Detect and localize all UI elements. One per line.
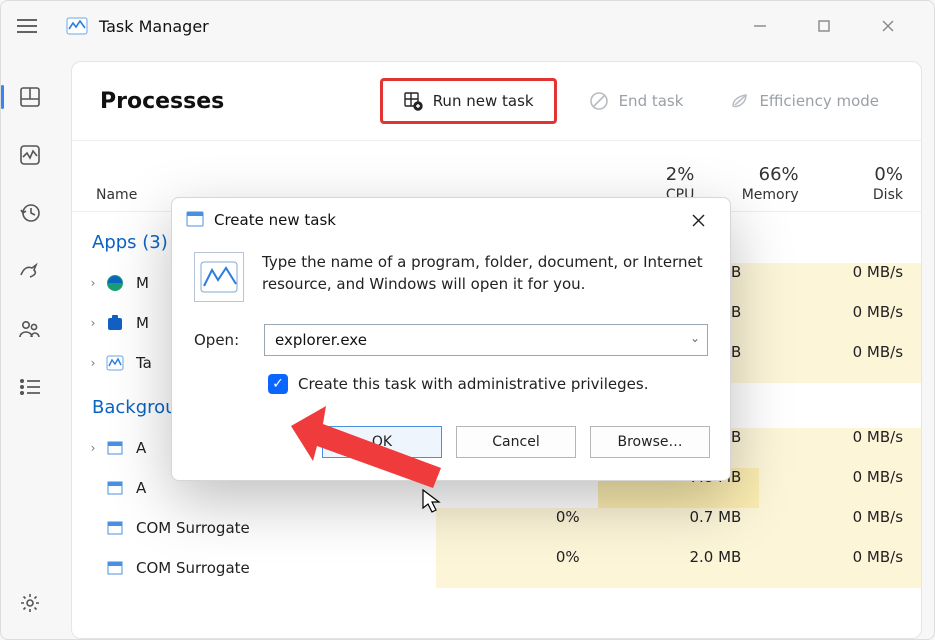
create-task-dialog: Create new task Type the name of a progr… bbox=[171, 197, 731, 481]
cell-disk: 0 MB/s bbox=[759, 548, 921, 588]
window-controls bbox=[740, 11, 928, 41]
cell-cpu: 0% bbox=[436, 548, 598, 588]
admin-checkbox[interactable]: ✓ bbox=[268, 374, 288, 394]
expand-icon[interactable]: › bbox=[82, 441, 104, 455]
admin-checkbox-label[interactable]: Create this task with administrative pri… bbox=[298, 375, 648, 393]
generic-process-icon bbox=[104, 517, 126, 539]
page-header: Processes Run new task End task Efficien… bbox=[72, 62, 921, 140]
app-icon bbox=[65, 14, 89, 38]
efficiency-mode-button: Efficiency mode bbox=[715, 83, 893, 119]
nav-users[interactable] bbox=[12, 311, 48, 347]
nav-history[interactable] bbox=[12, 195, 48, 231]
cell-disk: 0 MB/s bbox=[759, 303, 921, 343]
table-row[interactable]: COM Surrogate 0% 0.7 MB 0 MB/s bbox=[78, 508, 921, 548]
ok-button[interactable]: OK bbox=[322, 426, 442, 458]
column-disk[interactable]: 0% Disk bbox=[799, 164, 903, 203]
end-task-button: End task bbox=[575, 83, 698, 119]
run-new-task-button[interactable]: Run new task bbox=[380, 78, 557, 124]
generic-process-icon bbox=[104, 437, 126, 459]
expand-icon[interactable]: › bbox=[82, 356, 104, 370]
cell-disk: 0 MB/s bbox=[759, 508, 921, 548]
app-title: Task Manager bbox=[99, 17, 209, 36]
nav-rail bbox=[1, 61, 59, 639]
nav-startup[interactable] bbox=[12, 253, 48, 289]
toolbar: Run new task End task Efficiency mode bbox=[380, 78, 893, 124]
minimize-button[interactable] bbox=[740, 11, 780, 41]
cell-memory: 0.7 MB bbox=[598, 508, 760, 548]
end-task-icon bbox=[589, 91, 609, 111]
hamburger-button[interactable] bbox=[7, 6, 47, 46]
generic-process-icon bbox=[104, 477, 126, 499]
expand-icon[interactable]: › bbox=[82, 316, 104, 330]
browse-button[interactable]: Browse… bbox=[590, 426, 710, 458]
cell-disk: 0 MB/s bbox=[759, 343, 921, 383]
cell-disk: 0 MB/s bbox=[759, 468, 921, 508]
open-input[interactable] bbox=[264, 324, 708, 356]
cell-disk: 0 MB/s bbox=[759, 428, 921, 468]
run-dialog-icon bbox=[186, 211, 204, 229]
nav-performance[interactable] bbox=[12, 137, 48, 173]
taskmanager-icon bbox=[104, 352, 126, 374]
close-button[interactable] bbox=[868, 11, 908, 41]
table-row[interactable]: COM Surrogate 0% 2.0 MB 0 MB/s bbox=[78, 548, 921, 588]
nav-processes[interactable] bbox=[12, 79, 48, 115]
dialog-app-icon bbox=[194, 252, 244, 302]
open-label: Open: bbox=[194, 331, 246, 349]
process-name: COM Surrogate bbox=[136, 559, 436, 577]
end-task-label: End task bbox=[619, 92, 684, 110]
edge-icon bbox=[104, 272, 126, 294]
cancel-button[interactable]: Cancel bbox=[456, 426, 576, 458]
nav-settings[interactable] bbox=[12, 585, 48, 621]
dialog-title-bar[interactable]: Create new task bbox=[172, 198, 730, 242]
cell-disk: 0 MB/s bbox=[759, 263, 921, 303]
process-name: A bbox=[136, 479, 436, 497]
page-title: Processes bbox=[100, 89, 224, 114]
dialog-description: Type the name of a program, folder, docu… bbox=[262, 252, 708, 302]
dialog-title: Create new task bbox=[214, 211, 336, 229]
cell-memory: 2.0 MB bbox=[598, 548, 760, 588]
cell-cpu: 0% bbox=[436, 508, 598, 548]
efficiency-mode-label: Efficiency mode bbox=[759, 92, 879, 110]
maximize-button[interactable] bbox=[804, 11, 844, 41]
dialog-close-button[interactable] bbox=[680, 202, 716, 238]
leaf-icon bbox=[729, 91, 749, 111]
run-task-icon bbox=[403, 91, 423, 111]
nav-details[interactable] bbox=[12, 369, 48, 405]
run-new-task-label: Run new task bbox=[433, 92, 534, 110]
generic-process-icon bbox=[104, 557, 126, 579]
title-bar: Task Manager bbox=[1, 1, 934, 51]
process-name: COM Surrogate bbox=[136, 519, 436, 537]
expand-icon[interactable]: › bbox=[82, 276, 104, 290]
store-icon bbox=[104, 312, 126, 334]
